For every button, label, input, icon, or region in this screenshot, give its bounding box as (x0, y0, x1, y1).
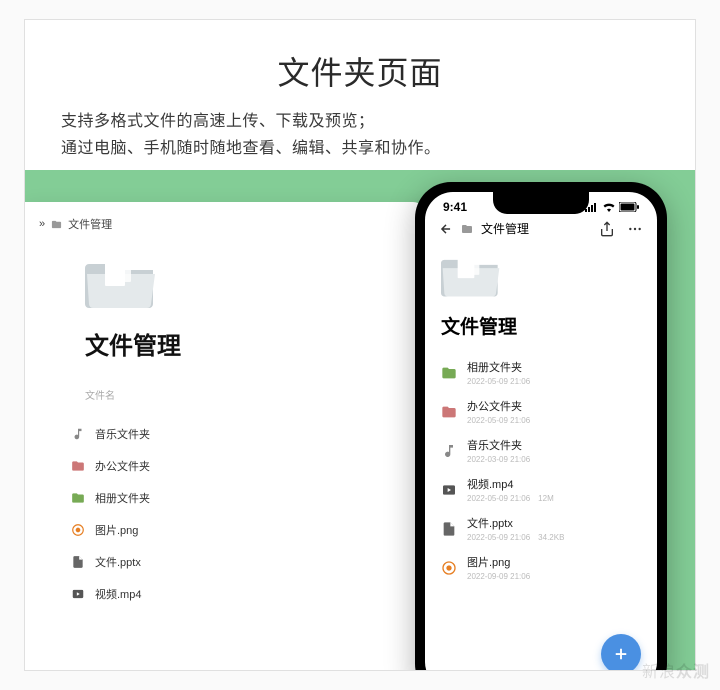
album-icon (441, 365, 457, 381)
desktop-window: » 文件管理 文件管理 文件名 音乐文件夹办公文件夹相册文件夹图片.png 文件.… (25, 202, 425, 670)
plus-icon (612, 645, 630, 663)
phone-title: 文件管理 (441, 312, 641, 339)
file-row[interactable]: 音乐文件夹 (71, 418, 403, 450)
file-meta: 2022-03-09 21:06 (467, 455, 530, 464)
file-name: 图片.png (95, 522, 138, 538)
video-icon (441, 482, 457, 498)
status-time: 9:41 (443, 200, 467, 214)
folder-icon (461, 223, 473, 235)
file-row[interactable]: 视频.mp4 (71, 578, 403, 610)
file-meta: 2022-05-09 21:06 (467, 416, 530, 425)
nav-title: 文件管理 (481, 220, 529, 237)
file-row[interactable]: 相册文件夹 2022-05-09 21:06 (441, 353, 641, 392)
back-icon[interactable] (439, 222, 453, 236)
add-button[interactable] (601, 634, 641, 670)
file-meta: 2022-05-09 21:0612M (467, 494, 554, 503)
promo-frame: 文件夹页面 支持多格式文件的高速上传、下载及预览； 通过电脑、手机随时随地查看、… (24, 19, 696, 671)
file-meta: 2022-05-09 21:0634.2KB (467, 533, 564, 542)
description: 支持多格式文件的高速上传、下载及预览； 通过电脑、手机随时随地查看、编辑、共享和… (61, 108, 659, 162)
desc-line-2: 通过电脑、手机随时随地查看、编辑、共享和协作。 (61, 135, 659, 162)
more-icon[interactable] (627, 221, 643, 237)
page-title: 文件夹页面 (61, 48, 659, 94)
doc-icon (441, 521, 457, 537)
folder-illustration (85, 254, 157, 308)
file-name: 办公文件夹 (95, 458, 150, 474)
file-row[interactable]: 办公文件夹 2022-05-09 21:06 (441, 392, 641, 431)
music-icon (71, 427, 85, 441)
watermark: 新浪众测 (642, 658, 710, 682)
image-icon (71, 523, 85, 537)
desc-line-1: 支持多格式文件的高速上传、下载及预览； (61, 108, 659, 135)
file-name: 文件.pptx (95, 554, 141, 570)
music-icon (441, 443, 457, 459)
office-icon (441, 404, 457, 420)
file-name: 相册文件夹 (95, 490, 150, 506)
share-icon[interactable] (599, 221, 615, 237)
image-icon (441, 560, 457, 576)
phone-body: 文件管理 相册文件夹 2022-05-09 21:06 办公文件夹 2022-05-0… (425, 245, 657, 670)
file-name: 文件.pptx (467, 515, 564, 531)
battery-icon (619, 202, 639, 212)
notch (493, 192, 589, 214)
phone-screen: 9:41 文件管理 (425, 192, 657, 670)
folder-icon (51, 219, 62, 230)
wifi-icon (602, 202, 616, 212)
file-name: 视频.mp4 (467, 476, 554, 492)
phone-frame: 9:41 文件管理 (415, 182, 667, 670)
file-row[interactable]: 文件.pptx 2022-05-09 21:0634.2KB (441, 509, 641, 548)
phone-file-list: 相册文件夹 2022-05-09 21:06 办公文件夹 2022-05-09 21:… (441, 353, 641, 587)
file-list: 音乐文件夹办公文件夹相册文件夹图片.png 文件.pptx 视频.mp4 (71, 418, 403, 610)
chevron-right-icon: » (39, 218, 45, 230)
file-meta: 2022-05-09 21:06 (467, 377, 530, 386)
file-row[interactable]: 图片.png (71, 514, 403, 546)
file-row[interactable]: 相册文件夹 (71, 482, 403, 514)
desktop-title: 文件管理 (85, 326, 403, 361)
file-meta: 2022-09-09 21:06 (467, 572, 530, 581)
nav-bar: 文件管理 (425, 216, 657, 245)
folder-illustration (441, 251, 501, 297)
album-icon (71, 491, 85, 505)
file-row[interactable]: 视频.mp4 2022-05-09 21:0612M (441, 470, 641, 509)
column-header: 文件名 (85, 387, 403, 408)
office-icon (71, 459, 85, 473)
breadcrumb-label: 文件管理 (68, 216, 112, 232)
header: 文件夹页面 支持多格式文件的高速上传、下载及预览； 通过电脑、手机随时随地查看、… (25, 20, 695, 170)
file-name: 音乐文件夹 (95, 426, 150, 442)
file-row[interactable]: 音乐文件夹 2022-03-09 21:06 (441, 431, 641, 470)
file-row[interactable]: 图片.png 2022-09-09 21:06 (441, 548, 641, 587)
file-row[interactable]: 办公文件夹 (71, 450, 403, 482)
file-name: 相册文件夹 (467, 359, 530, 375)
file-name: 视频.mp4 (95, 586, 141, 602)
file-name: 图片.png (467, 554, 530, 570)
breadcrumb[interactable]: » 文件管理 (39, 216, 403, 232)
file-name: 音乐文件夹 (467, 437, 530, 453)
status-icons (585, 202, 639, 212)
video-icon (71, 587, 85, 601)
stage: » 文件管理 文件管理 文件名 音乐文件夹办公文件夹相册文件夹图片.png文件.… (25, 170, 695, 670)
file-row[interactable]: 文件.pptx (71, 546, 403, 578)
file-name: 办公文件夹 (467, 398, 530, 414)
doc-icon (71, 555, 85, 569)
